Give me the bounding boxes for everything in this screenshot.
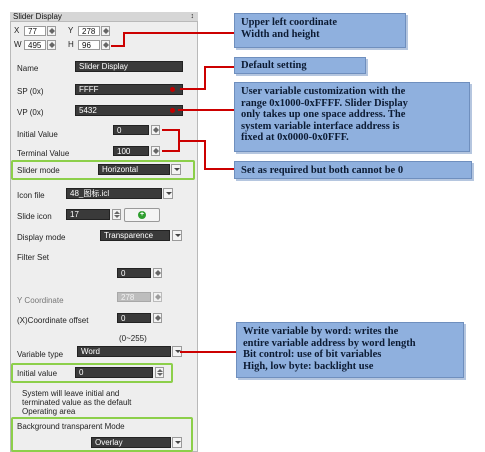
- x-spinner-icon[interactable]: [47, 26, 56, 36]
- slide-icon-label: Slide icon: [17, 212, 52, 221]
- sp-label: SP (0x): [17, 87, 44, 96]
- x-input[interactable]: 77: [24, 26, 46, 36]
- initial-spinner-icon[interactable]: [151, 125, 160, 135]
- annotation-write-line1: Write variable by word: writes the: [243, 326, 399, 337]
- y-label: Y: [68, 26, 74, 35]
- display-mode-chevron-down-icon[interactable]: [172, 230, 182, 241]
- w-label: W: [14, 40, 22, 49]
- w-input[interactable]: 495: [24, 40, 46, 50]
- bg-mode-label: Background transparent Mode: [17, 422, 125, 431]
- h-spinner-icon[interactable]: [101, 40, 110, 50]
- initial-value2-label: Initial value: [17, 369, 58, 378]
- y-coordinate-input: 278: [117, 292, 151, 302]
- annotation-variable-line5: fixed at 0x0000-0x0FFF.: [241, 132, 349, 143]
- slide-icon-spinner-icon[interactable]: [112, 209, 121, 220]
- leader-line-required-v: [204, 140, 206, 170]
- pin-icon[interactable]: ↕: [191, 12, 195, 22]
- x-offset-range: (0~255): [119, 334, 147, 343]
- leader-line-coords: [123, 32, 235, 34]
- w-spinner-icon[interactable]: [47, 40, 56, 50]
- filter-set-input[interactable]: 0: [117, 268, 151, 278]
- annotation-coords-line2: Width and height: [241, 28, 320, 40]
- leader-line-coords-v: [123, 32, 125, 46]
- annotation-write-line4: High, low byte: backlight use: [243, 360, 374, 372]
- x-offset-spinner-icon[interactable]: [153, 313, 162, 323]
- initial-value2-input[interactable]: 0: [75, 367, 153, 378]
- slider-mode-label: Slider mode: [17, 166, 60, 175]
- leader-line-required-h: [204, 168, 234, 170]
- icon-file-select[interactable]: 48_图标.icl: [66, 188, 162, 199]
- y-coordinate-label: Y Coordinate: [17, 296, 64, 305]
- annotation-required: Set as required but both cannot be 0: [234, 161, 472, 179]
- h-input[interactable]: 96: [78, 40, 100, 50]
- annotation-write-line3: Bit control: use of bit variables: [243, 349, 382, 360]
- icon-file-chevron-down-icon[interactable]: [163, 188, 173, 199]
- annotation-variable-line2: range 0x1000-0xFFFF. Slider Display: [241, 97, 408, 109]
- initial-value2-spinner-icon[interactable]: [155, 367, 164, 378]
- annotation-variable-line4: system variable interface address is: [241, 120, 400, 132]
- terminal-value-input[interactable]: 100: [113, 146, 149, 156]
- annotation-default-text: Default setting: [241, 60, 307, 71]
- vp-label: VP (0x): [17, 108, 44, 117]
- leader-line-bracket-h: [178, 140, 206, 142]
- name-input[interactable]: Slider Display: [75, 61, 183, 72]
- annotation-coords-line1: Upper left coordinate: [241, 17, 338, 28]
- leader-line-write: [180, 351, 236, 353]
- bg-mode-select[interactable]: Overlay: [91, 437, 171, 448]
- plus-icon: +: [138, 211, 146, 219]
- display-mode-label: Display mode: [17, 233, 66, 242]
- slider-mode-chevron-down-icon[interactable]: [171, 164, 181, 175]
- annotation-required-text: Set as required but both cannot be 0: [241, 165, 404, 176]
- sp-input[interactable]: FFFF: [75, 84, 183, 95]
- variable-type-label: Variable type: [17, 350, 64, 359]
- x-offset-input[interactable]: 0: [117, 313, 151, 323]
- panel-title: Slider Display: [13, 12, 62, 21]
- annotation-variable: User variable customization with the ran…: [234, 82, 470, 152]
- note-line-3: Operating area: [22, 407, 76, 416]
- x-offset-label: (X)Coordinate offset: [17, 316, 89, 325]
- name-label: Name: [17, 64, 39, 73]
- terminal-spinner-icon[interactable]: [151, 146, 160, 156]
- y-coordinate-spinner-icon: [153, 292, 162, 302]
- y-spinner-icon[interactable]: [101, 26, 110, 36]
- x-label: X: [14, 26, 20, 35]
- leader-line-default: [180, 88, 206, 90]
- display-mode-select[interactable]: Transparence: [100, 230, 170, 241]
- bg-mode-chevron-down-icon[interactable]: [172, 437, 182, 448]
- initial-value-input[interactable]: 0: [113, 125, 149, 135]
- sp-marker: [170, 87, 175, 92]
- annotation-variable-line3: only takes up one space address. The: [241, 109, 406, 120]
- annotation-write: Write variable by word: writes the entir…: [236, 322, 464, 378]
- terminal-value-label: Terminal Value: [17, 149, 70, 158]
- filter-set-spinner-icon[interactable]: [153, 268, 162, 278]
- note-line-2: terminated value as the default: [22, 398, 132, 407]
- vp-input[interactable]: 5432: [75, 105, 183, 116]
- slider-mode-select[interactable]: Horizontal: [98, 164, 170, 175]
- leader-line-default-h: [204, 66, 234, 68]
- panel-title-bar: Slider Display ↕: [10, 12, 198, 22]
- leader-line-coords-h2: [111, 45, 125, 47]
- annotation-coordinates: Upper left coordinate Width and height: [234, 13, 406, 48]
- slide-icon-input[interactable]: 17: [66, 209, 110, 220]
- annotation-variable-line1: User variable customization with the: [241, 86, 406, 97]
- variable-type-select[interactable]: Word: [77, 346, 171, 357]
- annotation-write-line2: entire variable address by word length: [243, 337, 416, 349]
- filter-set-label: Filter Set: [17, 253, 50, 262]
- note-line-1: System will leave initial and: [22, 389, 120, 398]
- add-icon-button[interactable]: +: [124, 208, 160, 222]
- h-label: H: [68, 40, 74, 49]
- y-input[interactable]: 278: [78, 26, 100, 36]
- annotation-default: Default setting: [234, 57, 366, 74]
- leader-line-vp: [178, 109, 234, 111]
- icon-file-label: Icon file: [17, 191, 45, 200]
- initial-value-label: Initial Value: [17, 130, 58, 139]
- leader-line-default-v: [204, 66, 206, 90]
- vp-marker: [170, 108, 175, 113]
